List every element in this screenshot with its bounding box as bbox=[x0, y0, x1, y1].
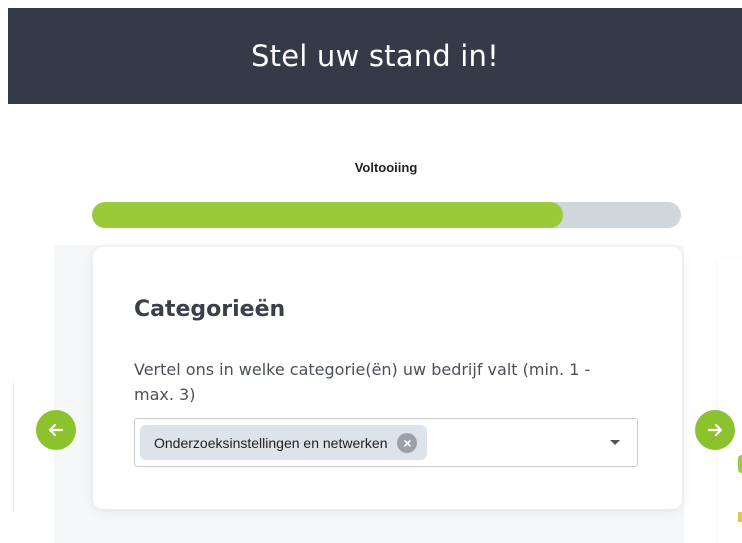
card-description: Vertel ons in welke categorie(ën) uw bed… bbox=[134, 360, 591, 404]
arrow-right-icon bbox=[707, 423, 723, 437]
next-card-edge bbox=[718, 258, 742, 543]
progress-bar bbox=[92, 202, 681, 228]
close-circle-icon[interactable]: × bbox=[397, 432, 418, 453]
next-card-accent bbox=[738, 455, 742, 473]
arrow-left-icon bbox=[48, 423, 64, 437]
card-title: Categorieën bbox=[134, 297, 286, 322]
next-card-accent-secondary bbox=[738, 512, 742, 522]
category-select[interactable]: Onderzoeksinstellingen en netwerken × bbox=[134, 418, 638, 467]
previous-card-edge bbox=[0, 382, 14, 512]
selected-category-chip: Onderzoeksinstellingen en netwerken × bbox=[140, 425, 428, 460]
next-button[interactable] bbox=[695, 410, 735, 450]
previous-button[interactable] bbox=[36, 410, 76, 450]
page-header: Stel uw stand in! bbox=[8, 8, 742, 104]
categories-card: Categorieën Vertel ons in welke categori… bbox=[93, 247, 682, 509]
progress-fill bbox=[92, 202, 564, 228]
page-title: Stel uw stand in! bbox=[251, 39, 499, 73]
chevron-down-icon[interactable] bbox=[610, 440, 620, 445]
chip-label: Onderzoeksinstellingen en netwerken bbox=[154, 434, 388, 451]
progress-label: Voltooiing bbox=[354, 160, 418, 175]
